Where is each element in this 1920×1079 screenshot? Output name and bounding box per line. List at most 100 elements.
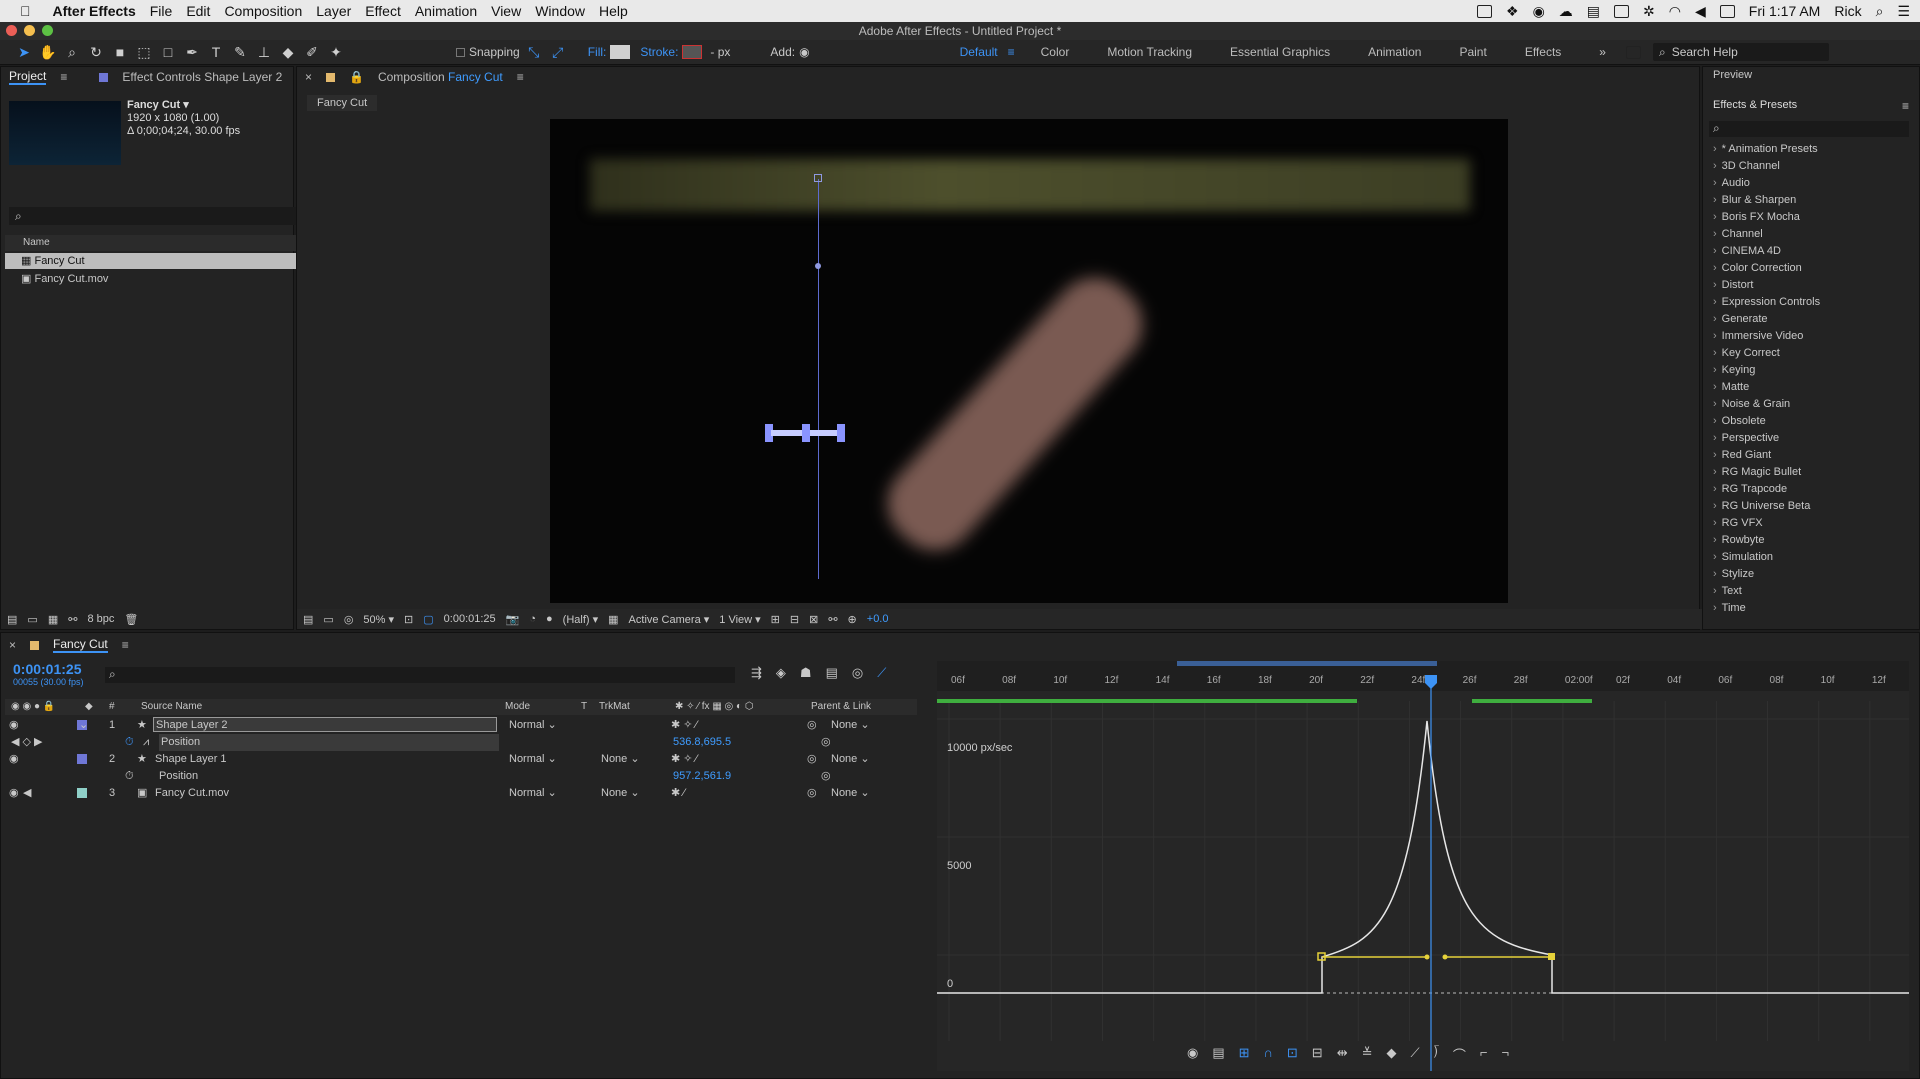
timeline-menu-icon[interactable]: ≡ (122, 638, 129, 652)
type-tool-icon[interactable]: T (206, 42, 226, 62)
visibility-icon[interactable]: ◉ (9, 751, 19, 768)
battery-stack-icon[interactable]: ▤ (1587, 3, 1600, 20)
mode-dropdown[interactable]: Normal ⌄ (509, 785, 557, 802)
wifi-icon[interactable]: ◠ (1669, 3, 1681, 20)
fast-previews-icon[interactable]: ⊟ (790, 613, 799, 626)
easy-ease-icon[interactable]: ⌒ (1453, 1045, 1466, 1064)
transparency-grid-icon[interactable]: ▦ (608, 613, 618, 626)
effect-category-item[interactable]: Perspective (1713, 432, 1779, 444)
graph-editor-icon[interactable]: ⟋ (877, 665, 886, 681)
apple-icon[interactable]:  (20, 3, 31, 19)
spotlight-icon[interactable]: ⌕ (1876, 3, 1884, 20)
monitor-icon[interactable]: ▭ (323, 613, 333, 626)
comp-flow-tab[interactable]: Fancy Cut (307, 95, 378, 111)
pickwhip-icon[interactable]: ◎ (807, 751, 817, 768)
bluetooth-icon[interactable]: ✲ (1643, 3, 1655, 20)
property-row-2[interactable]: ⏱ Position 957.2,561.9 ◎ (1, 768, 917, 785)
snap-edges-icon[interactable]: ⤡ (524, 42, 544, 62)
channel-icon[interactable]: ● (546, 613, 553, 625)
layer-label-color[interactable] (77, 754, 87, 764)
zoom-window-icon[interactable] (42, 25, 53, 36)
pan-behind-tool-icon[interactable]: ⬚ (134, 42, 154, 62)
bezier-handle-point[interactable] (1442, 954, 1448, 960)
workspace-effects[interactable]: Effects (1525, 45, 1561, 59)
new-folder-icon[interactable]: ▭ (27, 613, 37, 626)
layer-name[interactable]: Shape Layer 1 (155, 751, 227, 768)
easy-ease-out-icon[interactable]: ¬ (1501, 1045, 1509, 1064)
pickwhip-icon[interactable]: ◎ (807, 785, 817, 802)
menu-layer[interactable]: Layer (316, 3, 351, 19)
effect-category-item[interactable]: Channel (1713, 228, 1763, 240)
graph-editor[interactable]: 06f 08f 10f 12f 14f 16f 18f 20f 22f 24f 26f 28f 02:0… (937, 661, 1909, 1071)
easy-ease-in-icon[interactable]: ⌐ (1480, 1045, 1488, 1064)
stopwatch-icon[interactable]: ⏱ (125, 734, 134, 751)
trash-icon[interactable]: 🗑 (124, 613, 138, 626)
effect-category-item[interactable]: Noise & Grain (1713, 398, 1790, 410)
menu-file[interactable]: File (150, 3, 173, 19)
effect-category-item[interactable]: Expression Controls (1713, 296, 1820, 308)
rotate-tool-icon[interactable]: ↻ (86, 42, 106, 62)
snapping-toggle[interactable]: Snapping (456, 45, 520, 59)
effect-category-item[interactable]: Obsolete (1713, 415, 1766, 427)
menu-help[interactable]: Help (599, 3, 628, 19)
effect-category-item[interactable]: RG Universe Beta (1713, 500, 1811, 512)
effect-category-item[interactable]: Distort (1713, 279, 1754, 291)
keyframe-nav-icon[interactable]: ◀ ◇ ▶ (11, 734, 43, 751)
layer-name[interactable]: Shape Layer 2 (153, 717, 497, 732)
column-trkmat[interactable]: TrkMat (599, 699, 630, 715)
effect-category-item[interactable]: Matte (1713, 381, 1750, 393)
effect-category-item[interactable]: Color Correction (1713, 262, 1802, 274)
snap-features-icon[interactable]: ⤢ (548, 42, 568, 62)
separate-dimensions-icon[interactable]: ≚ (1362, 1045, 1373, 1064)
close-window-icon[interactable] (6, 25, 17, 36)
timeline-toggle-icon[interactable]: ⊠ (809, 613, 818, 626)
vr-icon[interactable]: ◎ (344, 613, 354, 626)
effects-menu-icon[interactable]: ≡ (1902, 99, 1909, 113)
bpc-label[interactable]: 8 bpc (87, 613, 114, 625)
effect-category-item[interactable]: RG Magic Bullet (1713, 466, 1801, 478)
camera-tool-icon[interactable]: ■ (110, 42, 130, 62)
fill-swatch[interactable] (610, 45, 631, 59)
property-value[interactable]: 536.8,695.5 (673, 734, 731, 751)
search-help-field[interactable]: ⌕ Search Help (1652, 43, 1829, 61)
cloud-icon[interactable]: ☁ (1559, 3, 1573, 20)
menu-edit[interactable]: Edit (186, 3, 210, 19)
effect-category-item[interactable]: Keying (1713, 364, 1756, 376)
menu-view[interactable]: View (491, 3, 521, 19)
menu-app-name[interactable]: After Effects (53, 3, 136, 19)
layer-row-2[interactable]: ◉ 2 ★ Shape Layer 1 Normal ⌄ None ⌄ ✱ ✧ … (1, 751, 917, 768)
zoom-dropdown[interactable]: 50% ▾ (363, 613, 394, 626)
composition-menu-icon[interactable]: ≡ (517, 70, 524, 84)
property-name[interactable]: Position (159, 734, 499, 751)
keyframe-handle-end[interactable] (1548, 953, 1555, 960)
property-row-1[interactable]: ◀ ◇ ▶ ⏱ ⩘ Position 536.8,695.5 ◎ (1, 734, 917, 751)
adobe-cc-icon[interactable] (1477, 4, 1493, 18)
eraser-tool-icon[interactable]: ◆ (278, 42, 298, 62)
comp-info-name[interactable]: Fancy Cut ▾ (127, 99, 240, 112)
draft-3d-icon[interactable]: ◈ (776, 665, 786, 681)
layer-switches[interactable]: ✱ ⁄ (671, 785, 685, 802)
workspace-overflow-icon[interactable]: » (1599, 45, 1606, 59)
audio-icon[interactable]: ◀ (23, 785, 31, 802)
tab-effect-controls[interactable]: Effect Controls Shape Layer 2 (122, 70, 282, 84)
fit-selection-icon[interactable]: ⊡ (1287, 1045, 1298, 1064)
effect-category-item[interactable]: Stylize (1713, 568, 1754, 580)
always-preview-icon[interactable]: ▤ (303, 613, 313, 626)
column-parent[interactable]: Parent & Link (811, 699, 871, 715)
project-item-fancy-cut[interactable]: ▦ Fancy Cut (5, 253, 345, 269)
effect-category-item[interactable]: Audio (1713, 177, 1750, 189)
keyboard-icon[interactable] (1719, 4, 1735, 18)
frame-blending-icon[interactable]: ▤ (826, 665, 838, 681)
workspace-default[interactable]: Default (960, 45, 998, 59)
roto-brush-tool-icon[interactable]: ✐ (302, 42, 322, 62)
show-snapshot-icon[interactable]: ◔ (529, 613, 536, 625)
edit-keyframe-icon[interactable]: ⇹ (1337, 1045, 1348, 1064)
airplay-icon[interactable] (1614, 4, 1630, 18)
effects-presets-title[interactable]: Effects & Presets (1713, 99, 1797, 111)
shy-layers-icon[interactable]: ☗ (800, 665, 812, 681)
keyframe-hold-icon[interactable]: ◆ (1387, 1045, 1397, 1064)
layer-label-color[interactable] (77, 788, 87, 798)
timeline-search-input[interactable]: ⌕ (105, 667, 735, 683)
clone-stamp-tool-icon[interactable]: ⊥ (254, 42, 274, 62)
notification-center-icon[interactable]: ☰ (1897, 3, 1910, 20)
